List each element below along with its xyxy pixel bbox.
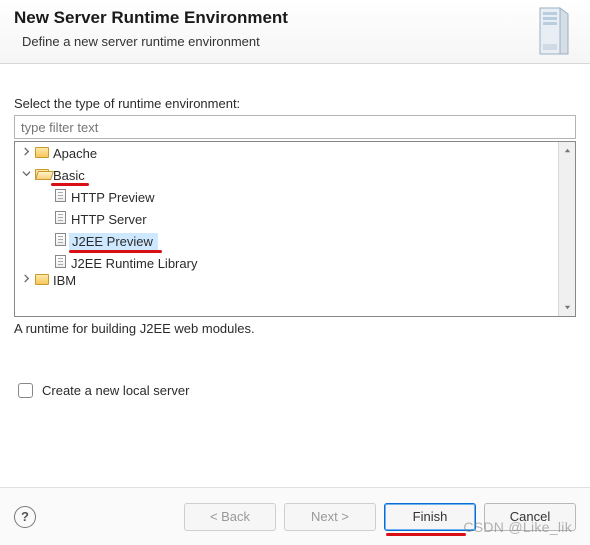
finish-button[interactable]: Finish	[384, 503, 476, 531]
create-local-server-row: Create a new local server	[14, 380, 576, 401]
header-region: New Server Runtime Environment Define a …	[0, 0, 590, 64]
tree-item-label: J2EE Runtime Library	[69, 256, 197, 271]
server-icon	[534, 4, 576, 58]
body-region: Select the type of runtime environment: …	[0, 64, 590, 401]
folder-icon	[33, 274, 51, 286]
back-button[interactable]: < Back	[184, 503, 276, 531]
tree-item-j2ee-runtime-library[interactable]: J2EE Runtime Library	[15, 252, 575, 274]
folder-icon	[33, 146, 51, 161]
scroll-up-icon[interactable]	[559, 142, 575, 159]
page-title: New Server Runtime Environment	[14, 8, 576, 28]
tree-item-label: Basic	[51, 168, 85, 183]
runtime-tree[interactable]: Apache Basic HTTP Preview HTTP Server J2…	[14, 141, 576, 317]
prompt-label: Select the type of runtime environment:	[14, 96, 576, 111]
tree-item-label: IBM	[51, 274, 76, 286]
tree-item-label: Apache	[51, 146, 97, 161]
create-local-server-checkbox[interactable]	[18, 383, 33, 398]
footer-region: ? < Back Next > Finish Cancel	[0, 487, 590, 545]
scroll-down-icon[interactable]	[559, 299, 575, 316]
cancel-button[interactable]: Cancel	[484, 503, 576, 531]
folder-open-icon	[33, 168, 51, 183]
tree-item-j2ee-preview[interactable]: J2EE Preview	[15, 230, 575, 252]
page-subtitle: Define a new server runtime environment	[22, 34, 576, 49]
tree-item-label: J2EE Preview	[69, 233, 158, 250]
chevron-down-icon[interactable]	[19, 169, 33, 181]
tree-item-http-server[interactable]: HTTP Server	[15, 208, 575, 230]
filter-input[interactable]	[14, 115, 576, 139]
chevron-right-icon[interactable]	[19, 147, 33, 159]
next-button[interactable]: Next >	[284, 503, 376, 531]
file-icon	[51, 233, 69, 249]
description-label: A runtime for building J2EE web modules.	[14, 321, 576, 336]
file-icon	[51, 211, 69, 227]
tree-item-partial[interactable]: IBM	[15, 274, 575, 286]
create-local-server-label: Create a new local server	[42, 383, 189, 398]
chevron-right-icon[interactable]	[19, 274, 33, 286]
scrollbar[interactable]	[558, 142, 575, 316]
tree-item-label: HTTP Preview	[69, 190, 155, 205]
file-icon	[51, 189, 69, 205]
file-icon	[51, 255, 69, 271]
tree-item-label: HTTP Server	[69, 212, 147, 227]
help-icon[interactable]: ?	[14, 506, 36, 528]
tree-item-http-preview[interactable]: HTTP Preview	[15, 186, 575, 208]
tree-item-basic[interactable]: Basic	[15, 164, 575, 186]
tree-item-apache[interactable]: Apache	[15, 142, 575, 164]
